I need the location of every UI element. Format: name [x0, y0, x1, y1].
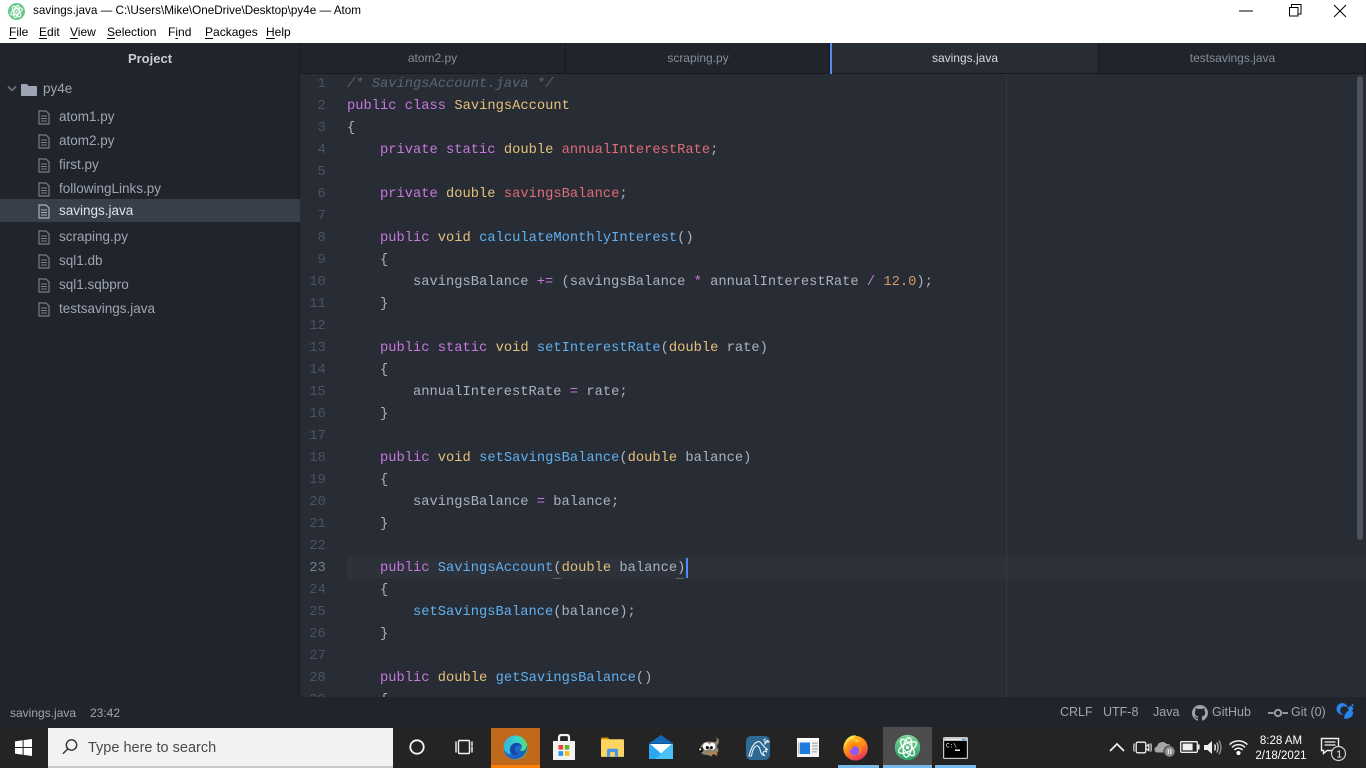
svg-text:1: 1: [1336, 748, 1342, 760]
svg-text:C:\: C:\: [946, 743, 957, 750]
